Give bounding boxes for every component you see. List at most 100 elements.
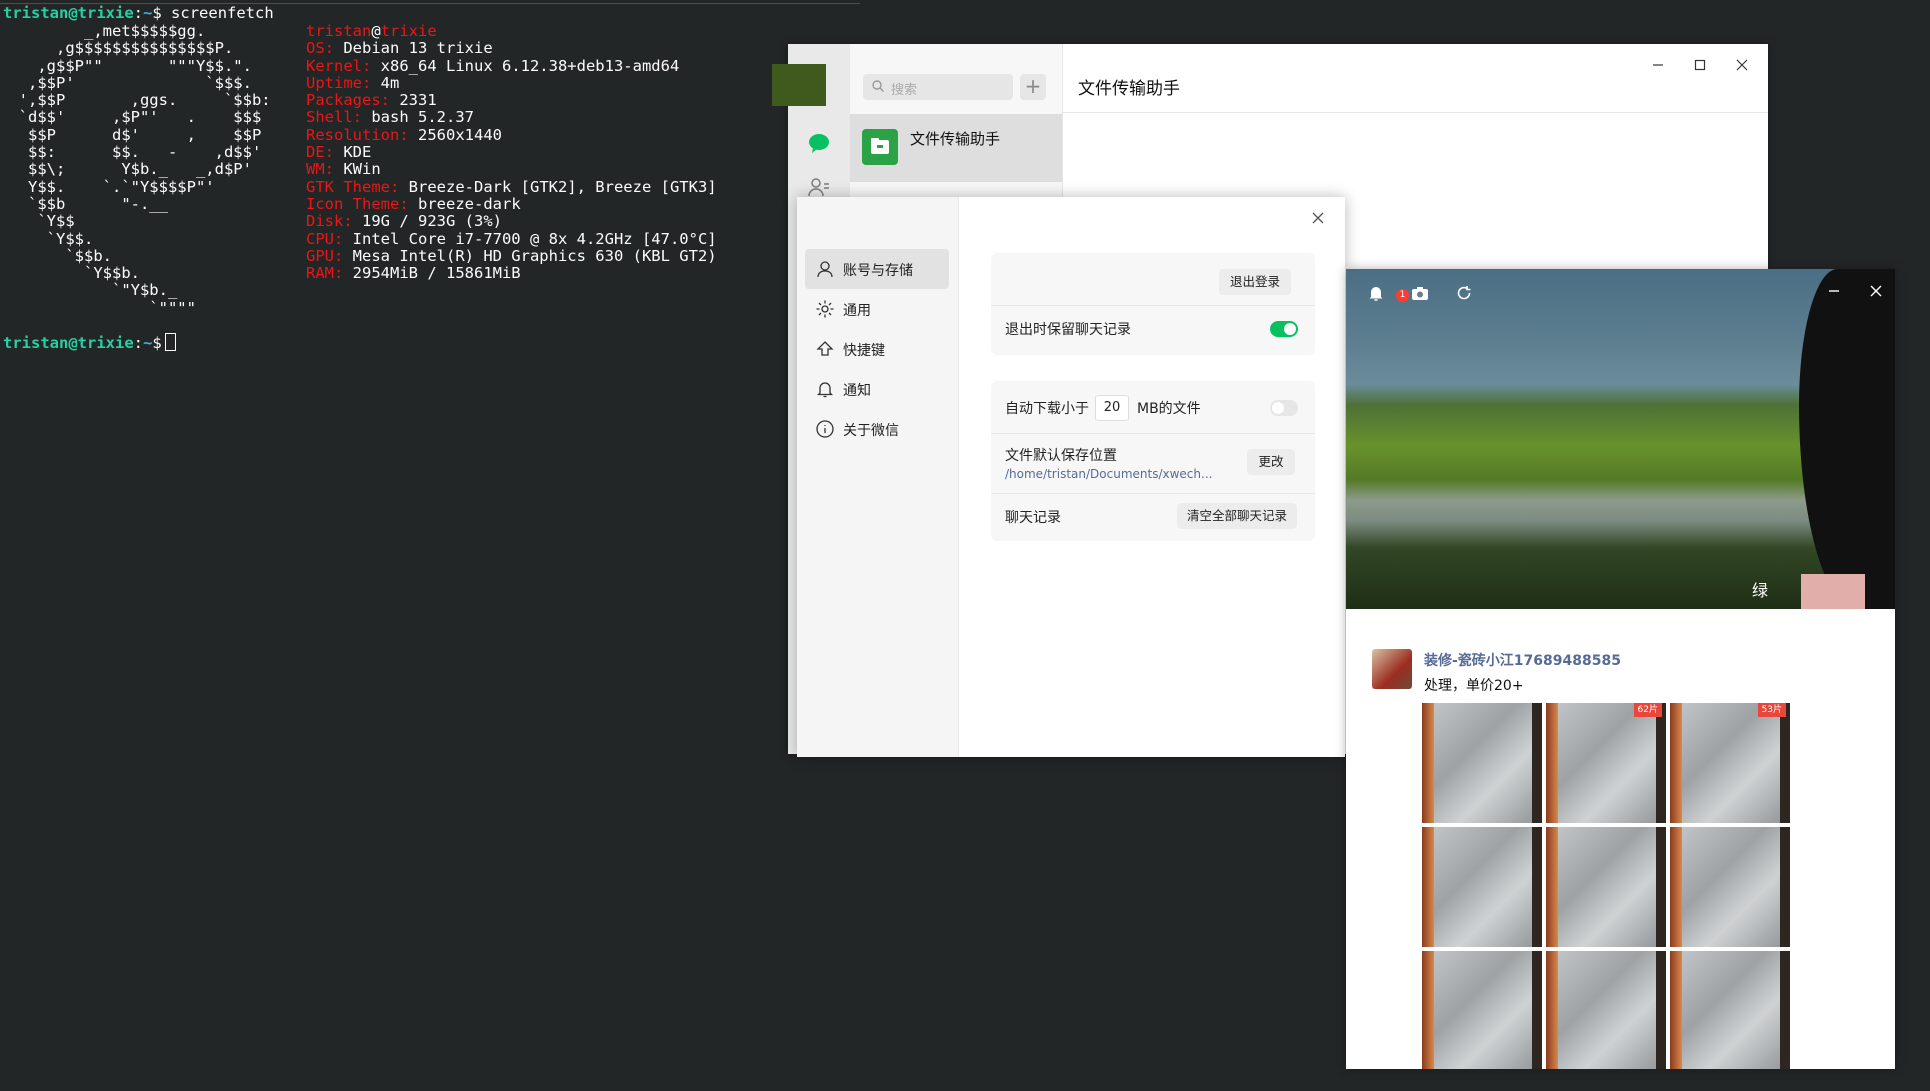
close-button[interactable] [1728,52,1756,78]
minimize-icon[interactable] [1824,281,1844,301]
tile-edge [1546,703,1558,823]
file-transfer-icon [862,129,898,165]
system-info: tristan@trixie OS: Debian 13 trixie Kern… [306,22,717,282]
close-icon [1736,59,1748,71]
tile-edge [1546,827,1558,947]
info-value: Mesa Intel(R) HD Graphics 630 (KBL GT2) [352,246,717,265]
tile-edge [1670,827,1682,947]
search-placeholder: 搜索 [891,83,918,98]
info-value: KDE [343,143,372,162]
info-value: Breeze-Dark [GTK2], Breeze [GTK3] [408,177,717,196]
chat-icon[interactable] [807,131,831,155]
info-key: Disk: [306,212,353,231]
avatar[interactable] [772,64,826,106]
settings-item-general[interactable]: 通用 [805,289,949,329]
maximize-icon [1694,59,1706,71]
prompt-symbol: $ [152,334,162,352]
settings-sidebar: 账号与存储 通用 快捷键 通知 关于微信 [797,197,959,757]
auto-download-suffix: MB的文件 [1137,401,1201,417]
minimize-button[interactable] [1644,52,1672,78]
logo-line: _,met$$$$$gg. [0,22,206,40]
tile-edge [1780,703,1790,823]
tile-edge [1532,827,1542,947]
tile-edge [1422,951,1434,1069]
info-key: Packages: [306,91,390,110]
chat-title: 文件传输助手 [1078,79,1180,99]
storage-card: 自动下载小于 20 MB的文件 文件默认保存位置 /home/tristan/D… [991,381,1315,541]
shortcut-icon [816,341,834,356]
info-key: CPU: [306,229,344,248]
terminal-prompt-line: tristan@trixie:~$ screenfetch [3,4,274,22]
settings-item-label: 通知 [843,383,871,399]
divider [991,433,1315,434]
conversation-name: 文件传输助手 [910,130,1001,148]
tile-edge [1422,827,1434,947]
tile-edge [1670,703,1682,823]
logo-line: ,g$$P"" """Y$$.". [0,56,252,75]
prompt-separator: : [133,4,143,22]
gear-icon [816,300,834,318]
add-button[interactable]: + [1020,74,1046,100]
settings-item-notifications[interactable]: 通知 [805,369,949,409]
settings-item-about[interactable]: 关于微信 [805,409,949,449]
refresh-icon[interactable] [1454,283,1474,303]
notification-button[interactable]: 1 [1366,283,1409,303]
logo-line: `"""" [0,298,196,317]
tile-tag: 62片 [1633,703,1662,717]
photo-tile[interactable] [1670,951,1790,1069]
post-text: 处理，单价20+ [1424,678,1524,694]
maximize-button[interactable] [1686,52,1714,78]
save-location-label: 文件默认保存位置 [1005,448,1117,464]
terminal-prompt-line-current[interactable]: tristan@trixie:~$ [3,333,176,352]
settings-item-shortcuts[interactable]: 快捷键 [805,329,949,369]
settings-item-account-storage[interactable]: 账号与存储 [805,249,949,289]
tile-edge [1532,951,1542,1069]
info-value: 2331 [399,91,437,110]
logout-button[interactable]: 退出登录 [1219,269,1291,295]
photo-tile[interactable] [1670,827,1790,947]
tile-edge [1656,951,1666,1069]
info-key: DE: [306,143,334,162]
photo-tile[interactable] [1422,827,1542,947]
photo-tile[interactable] [1422,703,1542,823]
cover-photo[interactable]: 绿 1 [1346,269,1895,609]
info-value: 19G / 923G (3%) [362,212,502,231]
tile-edge [1532,703,1542,823]
conversation-item[interactable]: 文件传输助手 [850,114,1062,182]
contacts-icon[interactable] [807,175,831,199]
photo-tile[interactable]: 53片 [1670,703,1790,823]
prompt-user: tristan@trixie [3,4,134,22]
minimize-icon [1653,64,1663,66]
camera-icon[interactable] [1410,283,1430,303]
auto-download-size-input[interactable]: 20 [1095,395,1129,421]
auto-download-toggle[interactable] [1270,400,1298,416]
close-icon[interactable] [1307,207,1329,229]
user-icon [817,261,833,278]
change-location-button[interactable]: 更改 [1247,449,1295,475]
photo-overlay-block [1801,574,1865,609]
photo-tile[interactable]: 62片 [1546,703,1666,823]
photo-tile[interactable] [1422,951,1542,1069]
info-key: Shell: [306,108,362,127]
typed-command: screenfetch [171,4,274,22]
settings-item-label: 快捷键 [843,343,885,359]
settings-item-label: 关于微信 [843,423,899,439]
photo-tile[interactable] [1546,951,1666,1069]
info-key: Kernel: [306,56,372,75]
chat-header-divider [1062,112,1768,113]
info-key: Icon Theme: [306,194,409,213]
author-name[interactable]: 装修-瓷砖小江17689488585 [1424,650,1621,670]
notification-badge: 1 [1396,289,1409,302]
info-key: Resolution: [306,125,409,144]
logo-line: ,$$P' `$$$. [0,73,252,92]
settings-item-label: 账号与存储 [843,263,913,279]
logo-line: `Y$$b. [0,264,140,283]
clear-history-button[interactable]: 清空全部聊天记录 [1177,503,1297,529]
photo-tile[interactable] [1546,827,1666,947]
keep-history-toggle[interactable] [1270,321,1298,337]
close-icon[interactable] [1866,281,1886,301]
info-icon [816,420,834,438]
search-input[interactable]: 搜索 [863,74,1013,100]
logo-line: $$: $$. - ,d$$' [0,143,262,162]
author-avatar[interactable] [1372,649,1412,689]
